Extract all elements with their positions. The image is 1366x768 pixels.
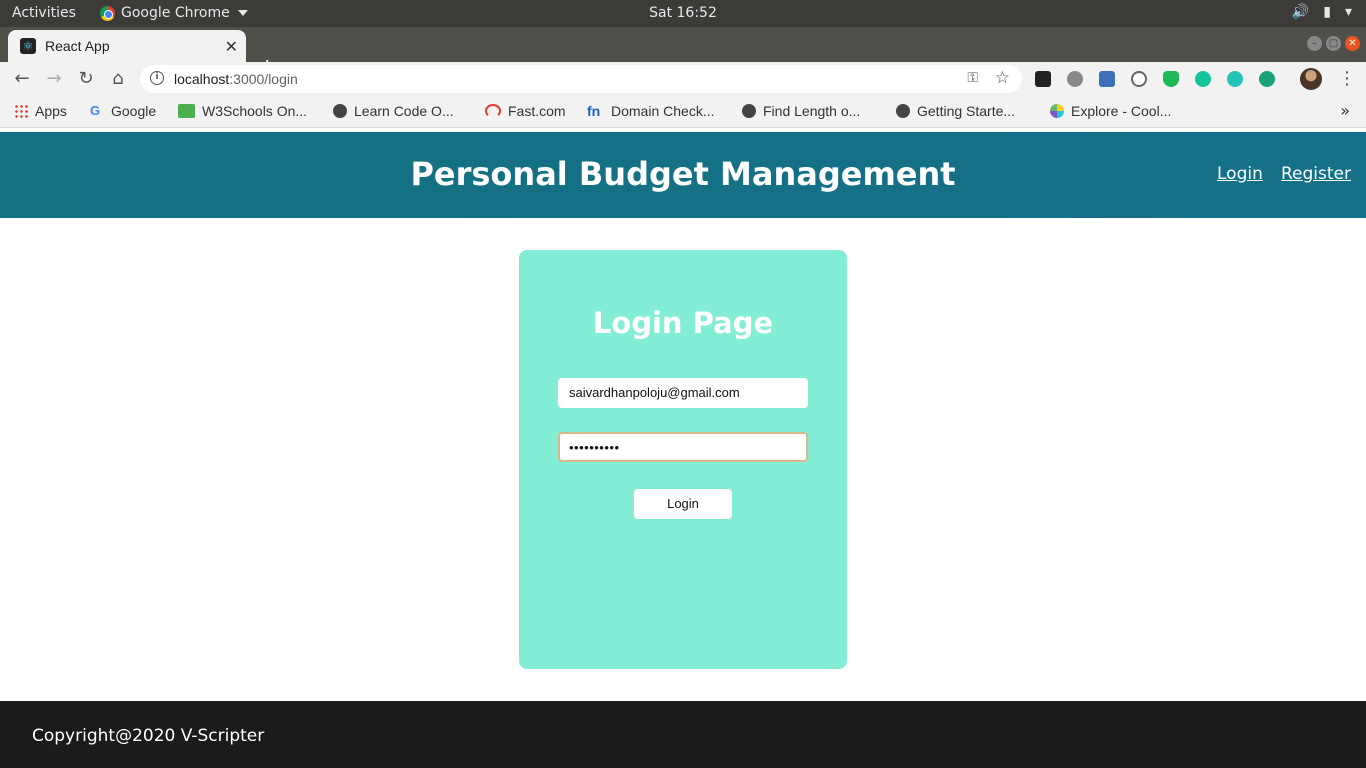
globe-icon <box>333 104 347 118</box>
globe-icon <box>742 104 756 118</box>
window-controls: – ▢ ✕ <box>1307 36 1360 51</box>
bookmark-learn-code[interactable]: Learn Code O... <box>333 103 454 119</box>
url-text[interactable]: localhost:3000/login <box>174 71 298 87</box>
google-icon: G <box>90 103 101 118</box>
site-footer: Copyright@2020 V-Scripter <box>0 701 1366 768</box>
url-path: :3000/login <box>229 71 298 87</box>
chrome-menu-icon[interactable]: ⋮ <box>1338 68 1356 89</box>
extension-leaf-icon[interactable] <box>1259 71 1275 87</box>
home-icon[interactable]: ⌂ <box>107 68 129 89</box>
grammarly-icon[interactable] <box>1195 71 1211 87</box>
bookmark-star-icon[interactable]: ☆ <box>995 68 1010 88</box>
bookmark-label: Getting Starte... <box>917 103 1016 119</box>
more-bookmarks-icon[interactable]: » <box>1340 101 1350 120</box>
minimize-icon[interactable]: – <box>1307 36 1322 51</box>
url-host: localhost <box>174 71 230 87</box>
extension-blue-icon[interactable] <box>1099 71 1115 87</box>
maximize-icon[interactable]: ▢ <box>1326 36 1341 51</box>
system-tray[interactable]: 🔊 ▮ ▾ <box>1292 4 1352 20</box>
activities-button[interactable]: Activities <box>12 5 76 21</box>
bookmarks-bar: Apps G Google W3Schools On... Learn Code… <box>0 96 1366 128</box>
close-window-icon[interactable]: ✕ <box>1345 36 1360 51</box>
system-top-bar: Activities Google Chrome Sat 16:52 🔊 ▮ ▾ <box>0 0 1366 27</box>
bookmark-explore[interactable]: Explore - Cool... <box>1050 103 1171 119</box>
bookmark-label: Explore - Cool... <box>1071 103 1172 119</box>
volume-icon[interactable]: 🔊 <box>1292 4 1309 20</box>
bookmark-label: Fast.com <box>508 103 566 119</box>
bookmark-label: Find Length o... <box>763 103 861 119</box>
globe-icon <box>896 104 910 118</box>
extension-cb-icon[interactable] <box>1035 71 1051 87</box>
fn-icon: fn <box>587 103 601 119</box>
battery-icon[interactable]: ▮ <box>1323 4 1331 20</box>
browser-tab[interactable]: ⚛ React App ✕ <box>8 30 246 62</box>
w3schools-icon <box>178 104 195 118</box>
extension-code-icon[interactable] <box>1131 71 1147 87</box>
close-tab-icon[interactable]: ✕ <box>225 37 238 56</box>
nav-login-link[interactable]: Login <box>1217 164 1263 184</box>
extension-m-icon[interactable] <box>1227 71 1243 87</box>
copyright-text: Copyright@2020 V-Scripter <box>32 726 265 746</box>
login-page-title: Login Page <box>592 306 774 340</box>
chrome-logo-icon <box>100 5 115 21</box>
bookmark-label: Google <box>111 103 157 119</box>
browser-toolbar: ← → ↻ ⌂ i localhost:3000/login ⚿ ☆ ⋮ <box>0 62 1366 96</box>
email-input[interactable]: saivardhanpoloju@gmail.com <box>558 378 808 408</box>
bookmark-label: Learn Code O... <box>354 103 454 119</box>
bookmark-domain-check[interactable]: fn Domain Check... <box>587 103 714 119</box>
dropdown-triangle-icon <box>237 10 248 16</box>
back-arrow-icon[interactable]: ← <box>11 68 33 89</box>
bookmark-label: Apps <box>35 103 67 119</box>
tab-strip: ⚛ React App ✕ + – ▢ ✕ <box>0 27 1366 79</box>
bookmark-w3schools[interactable]: W3Schools On... <box>178 103 307 119</box>
chevron-down-icon[interactable]: ▾ <box>1345 4 1352 20</box>
site-info-icon[interactable]: i <box>150 71 164 85</box>
forward-arrow-icon[interactable]: → <box>43 68 65 89</box>
react-favicon-icon: ⚛ <box>20 38 36 54</box>
bookmark-fast[interactable]: Fast.com <box>485 103 566 119</box>
bookmark-getting-started[interactable]: Getting Starte... <box>896 103 1015 119</box>
address-bar[interactable]: i localhost:3000/login ⚿ ☆ <box>140 65 1022 93</box>
app-menu-label: Google Chrome <box>121 5 230 21</box>
login-card: Login Page saivardhanpoloju@gmail.com ••… <box>519 250 847 669</box>
nav-register-link[interactable]: Register <box>1281 164 1351 184</box>
app-menu[interactable]: Google Chrome <box>100 5 248 21</box>
password-input[interactable]: •••••••••• <box>558 432 808 462</box>
bookmark-apps[interactable]: Apps <box>14 103 67 119</box>
login-button[interactable]: Login <box>634 489 732 519</box>
password-key-icon[interactable]: ⚿ <box>967 70 978 86</box>
extension-gear-icon[interactable] <box>1067 71 1083 87</box>
bookmark-find-length[interactable]: Find Length o... <box>742 103 860 119</box>
tab-title: React App <box>45 38 110 54</box>
bookmark-label: Domain Check... <box>611 103 715 119</box>
speedometer-icon <box>485 104 501 118</box>
bookmark-label: W3Schools On... <box>202 103 308 119</box>
reload-icon[interactable]: ↻ <box>75 68 97 89</box>
apps-grid-icon <box>14 104 28 118</box>
bookmark-google[interactable]: G Google <box>90 103 156 119</box>
colorful-c-icon <box>1050 104 1064 118</box>
profile-avatar[interactable] <box>1300 68 1322 90</box>
extension-shield-icon[interactable] <box>1163 71 1179 87</box>
site-title: Personal Budget Management <box>410 155 956 193</box>
